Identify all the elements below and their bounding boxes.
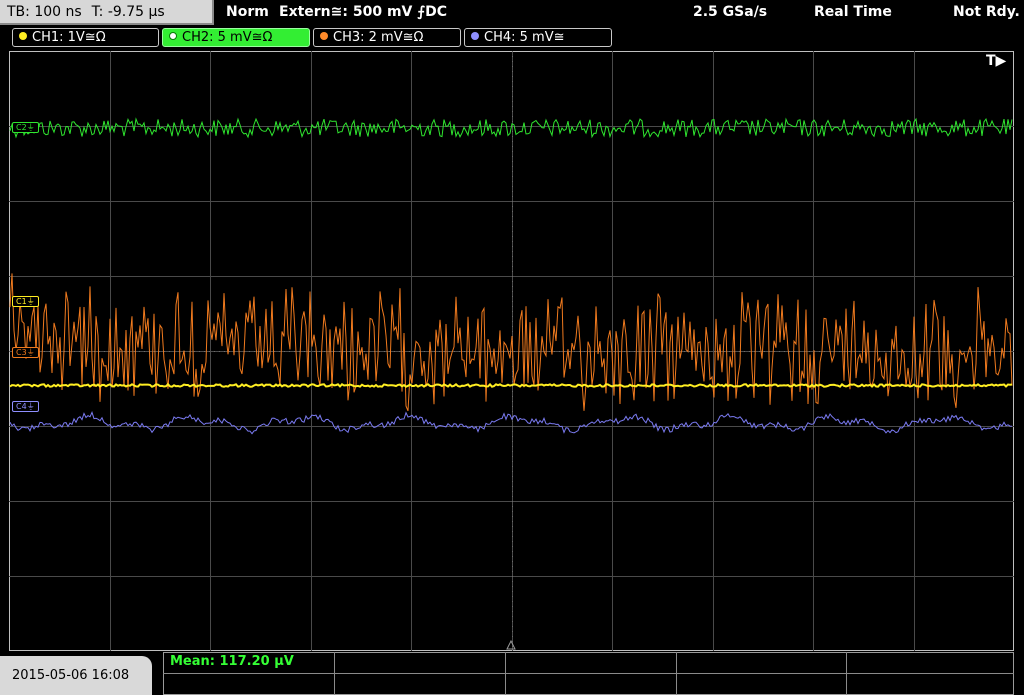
channel-1-label: CH1: 1V≅Ω [32, 30, 106, 45]
channel-3-ground-marker[interactable]: C3⏚ [12, 347, 39, 358]
channel-4-button[interactable]: CH4: 5 mV≅ [464, 28, 612, 47]
channel-1-dot-icon [19, 32, 27, 40]
measurement-col-divider [505, 652, 506, 695]
channel-2-label: CH2: 5 mV≅Ω [182, 30, 273, 45]
channel-4-ground-marker[interactable]: C4⏚ [12, 401, 39, 412]
mean-measurement: Mean: 117.20 µV [170, 654, 294, 669]
channel-2-button[interactable]: CH2: 5 mV≅Ω [162, 28, 310, 47]
sample-rate: 2.5 GSa/s [693, 4, 768, 20]
timebase-panel[interactable]: TB: 100 ns T: -9.75 µs [0, 0, 214, 25]
trigger-source[interactable]: Extern≅: 500 mV ⨍DC [279, 0, 447, 25]
measurement-row-divider [163, 673, 1014, 674]
waveform-canvas[interactable] [9, 51, 1014, 651]
ground-icon: ⏚ [26, 123, 35, 132]
ground-icon: ⏚ [26, 297, 35, 306]
channel-2-ground-marker[interactable]: C2⏚ [12, 122, 39, 133]
acquisition-mode: Real Time [814, 4, 892, 20]
measurement-col-divider [334, 652, 335, 695]
run-status: Not Rdy. [953, 4, 1020, 20]
channel-2-dot-icon [169, 32, 177, 40]
channel-4-trace [9, 411, 1013, 435]
measurement-col-divider [676, 652, 677, 695]
channel-3-label: CH3: 2 mV≅Ω [333, 30, 424, 45]
channel-1-button[interactable]: CH1: 1V≅Ω [12, 28, 159, 47]
channel-4-dot-icon [471, 32, 479, 40]
graticule [9, 51, 1014, 651]
trigger-level-indicator: T▶ [986, 53, 1007, 69]
channel-3-trace [9, 273, 1013, 412]
trigger-mode[interactable]: Norm [226, 0, 269, 25]
trigger-position-icon [506, 639, 516, 650]
ground-icon: ⏚ [26, 402, 35, 411]
ground-icon: ⏚ [26, 348, 35, 357]
measurement-col-divider [846, 652, 847, 695]
date-time-display: 2015-05-06 16:08 [0, 656, 152, 695]
channel-1-trace [9, 382, 1013, 389]
trigger-time-readout: T: -9.75 µs [91, 4, 165, 20]
channel-4-label: CH4: 5 mV≅ [484, 30, 565, 45]
timebase-readout: TB: 100 ns [7, 4, 82, 20]
channel-1-ground-marker[interactable]: C1⏚ [12, 296, 39, 307]
channel-3-dot-icon [320, 32, 328, 40]
channel-2-trace [9, 117, 1013, 139]
channel-3-button[interactable]: CH3: 2 mV≅Ω [313, 28, 461, 47]
